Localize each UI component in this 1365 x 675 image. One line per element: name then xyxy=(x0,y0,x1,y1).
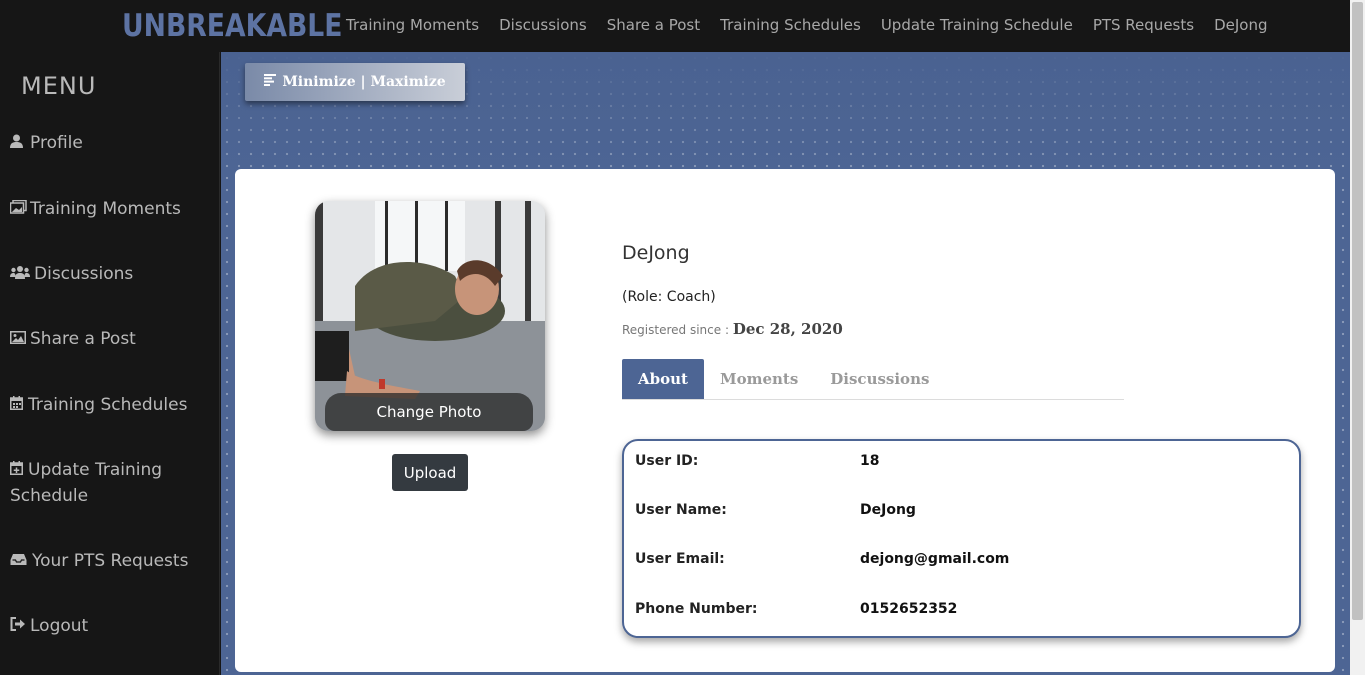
change-photo-button[interactable]: Change Photo xyxy=(325,393,533,431)
sidebar-item-label: Logout xyxy=(30,616,89,636)
align-left-icon xyxy=(264,74,277,90)
sidebar-item-share-a-post[interactable]: Share a Post xyxy=(10,327,210,353)
inbox-icon xyxy=(10,550,28,575)
sidebar-item-label: Your PTS Requests xyxy=(32,551,189,571)
sidebar-item-your-pts-requests[interactable]: Your PTS Requests xyxy=(10,549,210,575)
sidebar-item-label: Profile xyxy=(30,133,83,153)
topnav-discussions[interactable]: Discussions xyxy=(499,16,587,34)
detail-label-user-id: User ID: xyxy=(635,453,699,469)
profile-tabs: About Moments Discussions xyxy=(622,359,1124,400)
topnav-training-moments[interactable]: Training Moments xyxy=(346,16,479,34)
sidebar-item-label: Update Training Schedule xyxy=(10,460,163,506)
minimize-maximize-label: Minimize | Maximize xyxy=(282,74,446,90)
topnav-pts-requests[interactable]: PTS Requests xyxy=(1093,16,1194,34)
upload-button[interactable]: Upload xyxy=(392,454,468,491)
sidebar-item-profile[interactable]: Profile xyxy=(10,131,210,157)
minimize-maximize-button[interactable]: Minimize | Maximize xyxy=(245,63,465,101)
profile-card: Change Photo Upload DeJong (Role: Coach)… xyxy=(235,169,1335,672)
detail-label-phone-number: Phone Number: xyxy=(635,601,758,617)
topnav-update-training-schedule[interactable]: Update Training Schedule xyxy=(881,16,1073,34)
detail-value-user-id: 18 xyxy=(860,453,880,469)
user-icon xyxy=(10,132,26,157)
sidebar-item-label: Training Moments xyxy=(30,199,181,219)
about-details-box: User ID: 18 User Name: DeJong User Email… xyxy=(622,439,1301,638)
calendar-plus-icon xyxy=(10,459,24,484)
sidebar-item-label: Training Schedules xyxy=(28,395,188,415)
registered-since-label: Registered since : xyxy=(622,323,729,337)
scrollbar-thumb[interactable] xyxy=(1352,2,1363,620)
registered-date: Dec 28, 2020 xyxy=(732,320,843,338)
calendar-icon xyxy=(10,394,24,419)
sidebar: MENU Profile Training Moments Discussion… xyxy=(0,52,220,675)
top-nav: Training Moments Discussions Share a Pos… xyxy=(346,16,1287,34)
sidebar-item-training-schedules[interactable]: Training Schedules xyxy=(10,393,210,419)
tab-moments[interactable]: Moments xyxy=(704,359,814,399)
registered-since: Registered since : Dec 28, 2020 xyxy=(622,320,843,338)
topnav-user-dejong[interactable]: DeJong xyxy=(1214,16,1267,34)
image-icon xyxy=(10,328,26,353)
sidebar-item-update-training-schedule[interactable]: Update Training Schedule xyxy=(10,458,210,509)
topnav-training-schedules[interactable]: Training Schedules xyxy=(720,16,861,34)
sign-out-icon xyxy=(10,615,26,640)
detail-label-user-name: User Name: xyxy=(635,502,727,518)
detail-value-user-email: dejong@gmail.com xyxy=(860,551,1010,567)
profile-photo: Change Photo xyxy=(315,201,545,431)
detail-label-user-email: User Email: xyxy=(635,551,725,567)
sidebar-title: MENU xyxy=(21,72,97,100)
profile-name: DeJong xyxy=(622,242,690,264)
main-content: Minimize | Maximize Change Photo Upload … xyxy=(221,52,1350,675)
page-scrollbar[interactable] xyxy=(1350,0,1365,675)
tab-discussions[interactable]: Discussions xyxy=(814,359,945,399)
sidebar-item-logout[interactable]: Logout xyxy=(10,614,210,640)
topnav-share-a-post[interactable]: Share a Post xyxy=(607,16,700,34)
brand-logo[interactable]: UNBREAKABLE xyxy=(122,8,342,44)
top-navbar: UNBREAKABLE Training Moments Discussions… xyxy=(0,0,1350,52)
sidebar-item-label: Share a Post xyxy=(30,329,136,349)
profile-role: (Role: Coach) xyxy=(622,289,716,305)
detail-value-phone-number: 0152652352 xyxy=(860,601,958,617)
images-icon xyxy=(9,198,27,223)
sidebar-item-training-moments[interactable]: Training Moments xyxy=(9,197,210,223)
sidebar-item-label: Discussions xyxy=(34,264,134,284)
sidebar-item-discussions[interactable]: Discussions xyxy=(10,262,210,288)
tab-about[interactable]: About xyxy=(622,359,704,399)
detail-value-user-name: DeJong xyxy=(860,502,916,518)
users-icon xyxy=(10,263,30,288)
